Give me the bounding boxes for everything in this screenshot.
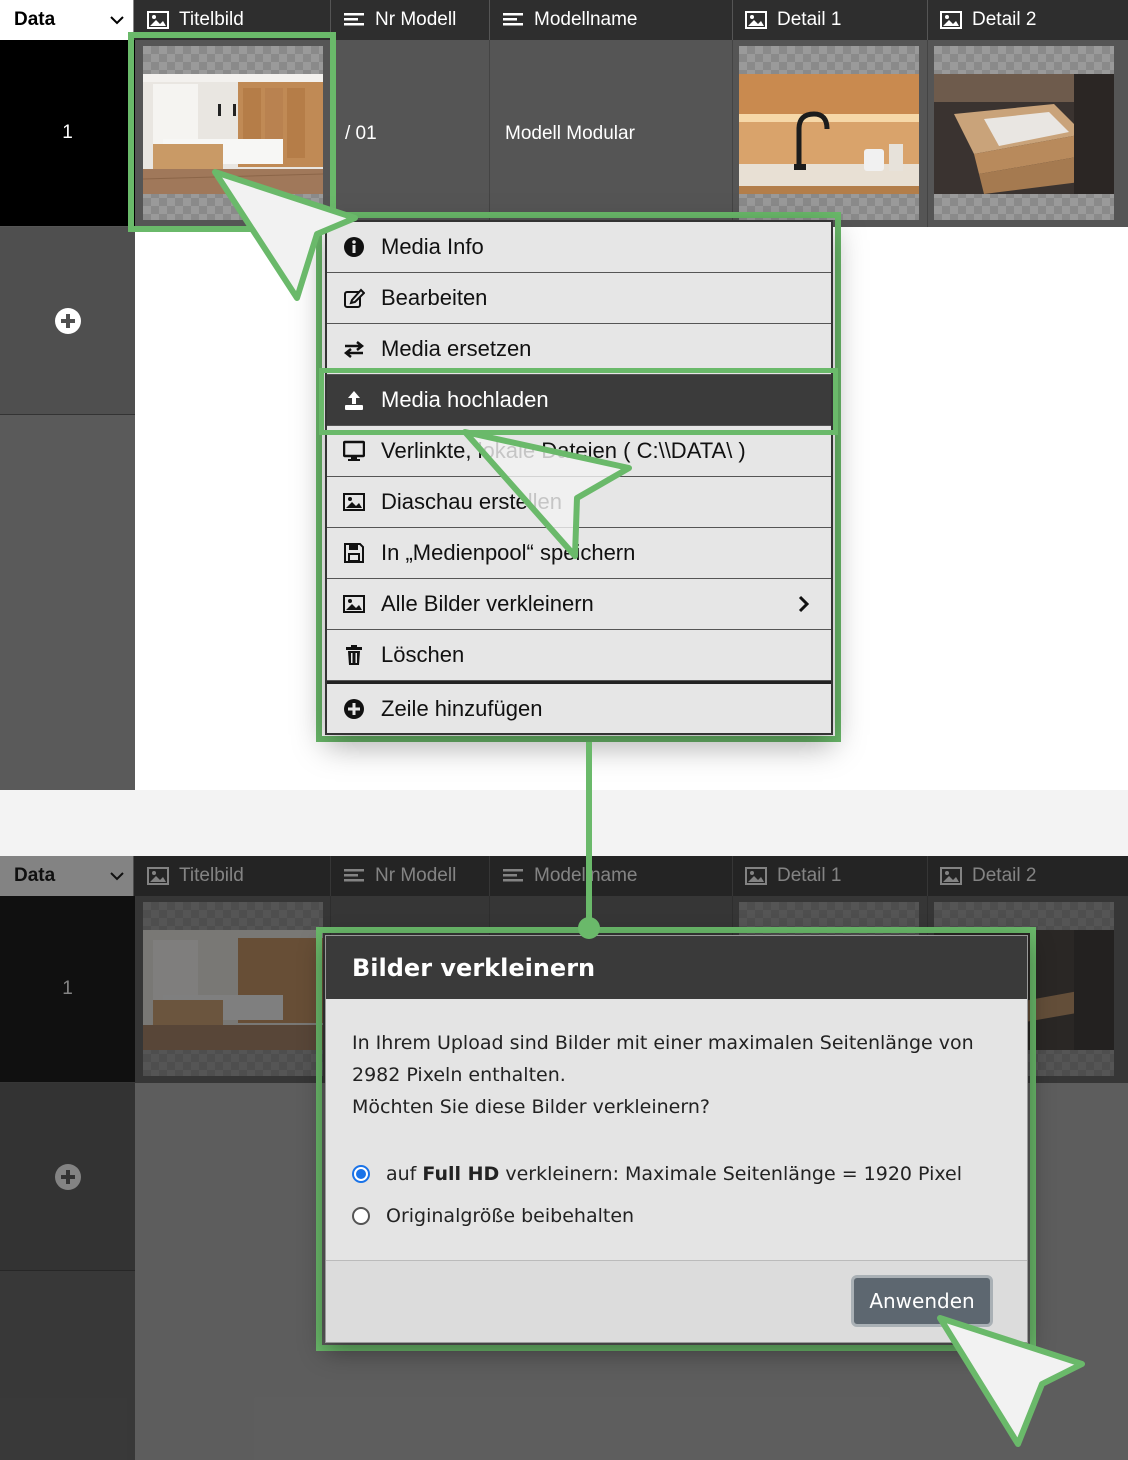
cell-modellname[interactable]: Modell Modular <box>490 40 733 227</box>
column-header-titelbild[interactable]: Titelbild <box>135 856 331 896</box>
option-prefix: auf <box>386 1163 423 1185</box>
grid-header: Data Titelbild Nr Modell Modellname Deta… <box>0 856 1128 896</box>
column-label: Nr Modell <box>375 865 457 886</box>
nr-modell-value: / 01 <box>345 122 377 144</box>
option-original-size[interactable]: Originalgröße beibehalten <box>352 1195 1001 1237</box>
image-icon <box>343 493 365 511</box>
plus-circle-icon <box>54 307 81 334</box>
chevron-right-icon <box>798 595 810 613</box>
menu-item-label: Zeile hinzufügen <box>381 695 543 721</box>
radio-original-size[interactable] <box>352 1207 370 1225</box>
column-label: Titelbild <box>179 865 244 886</box>
data-select[interactable]: Data <box>0 0 134 40</box>
cursor-arrow-icon <box>937 1315 1085 1447</box>
drawer-image <box>934 74 1114 194</box>
menu-item-label: Bearbeiten <box>381 285 488 310</box>
menu-item-bearbeiten[interactable]: Bearbeiten <box>327 273 831 324</box>
image-icon <box>745 11 767 29</box>
connector-dot <box>578 917 600 939</box>
column-header-detail-2[interactable]: Detail 2 <box>928 0 1128 40</box>
connector-line <box>586 742 592 930</box>
image-icon <box>147 11 169 29</box>
dialog-message-line: Möchten Sie diese Bilder verkleinern? <box>352 1096 710 1118</box>
modellname-value: Modell Modular <box>505 122 635 144</box>
data-select[interactable]: Data <box>0 856 134 896</box>
cell-detail-1[interactable] <box>733 40 928 227</box>
drawer-thumbnail[interactable] <box>934 46 1114 220</box>
cell-titelbild[interactable] <box>135 896 331 1083</box>
column-header-modellname[interactable]: Modellname <box>490 0 733 40</box>
column-label: Detail 1 <box>777 865 842 886</box>
plus-circle-icon <box>344 698 364 719</box>
option-full-hd[interactable]: auf Full HD verkleinern: Maximale Seiten… <box>352 1153 1001 1195</box>
text-lines-icon <box>344 869 364 882</box>
option-bold: Full HD <box>422 1163 500 1185</box>
option-full-hd-label: auf Full HD verkleinern: Maximale Seiten… <box>386 1158 962 1190</box>
cursor-arrow-icon <box>462 429 632 559</box>
image-icon <box>940 867 962 885</box>
column-label: Nr Modell <box>375 9 457 30</box>
column-header-detail-1[interactable]: Detail 1 <box>733 0 928 40</box>
image-icon <box>343 595 365 613</box>
chevron-down-icon <box>110 872 124 881</box>
column-label: Detail 2 <box>972 9 1037 30</box>
monitor-icon <box>343 440 365 461</box>
column-header-nr-modell[interactable]: Nr Modell <box>331 0 490 40</box>
option-original-size-label: Originalgröße beibehalten <box>386 1205 635 1227</box>
chevron-down-icon <box>110 16 124 25</box>
faucet-image <box>739 74 919 194</box>
menu-item-label: Löschen <box>381 642 465 667</box>
add-row-button[interactable] <box>0 1083 135 1271</box>
dialog-message-line: In Ihrem Upload sind Bilder mit einer ma… <box>352 1032 974 1054</box>
data-select-label: Data <box>14 865 56 886</box>
image-icon <box>940 11 962 29</box>
plus-circle-icon <box>54 1163 81 1190</box>
column-header-detail-2[interactable]: Detail 2 <box>928 856 1128 896</box>
trash-icon <box>346 645 362 665</box>
text-lines-icon <box>503 869 523 882</box>
row-number-label: 1 <box>62 122 73 143</box>
option-suffix: verkleinern: Maximale Seitenlänge = 1920… <box>499 1163 963 1185</box>
radio-group: auf Full HD verkleinern: Maximale Seiten… <box>352 1153 1001 1237</box>
save-icon <box>344 543 364 563</box>
column-label: Modellname <box>534 9 638 30</box>
add-row-button[interactable] <box>0 227 135 415</box>
row-gutter <box>0 415 135 790</box>
image-icon <box>745 867 767 885</box>
column-label: Titelbild <box>179 9 244 30</box>
text-lines-icon <box>344 13 364 26</box>
image-icon <box>147 867 169 885</box>
menu-item-label: Media Info <box>381 234 484 259</box>
row-number-label: 1 <box>62 978 73 999</box>
cell-detail-2[interactable] <box>928 40 1128 227</box>
column-label: Detail 2 <box>972 865 1037 886</box>
column-label: Detail 1 <box>777 9 842 30</box>
dialog-title: Bilder verkleinern <box>326 936 1027 999</box>
column-header-modellname[interactable]: Modellname <box>490 856 733 896</box>
menu-item-loeschen[interactable]: Löschen <box>327 630 831 681</box>
radio-full-hd[interactable] <box>352 1165 370 1183</box>
kitchen-image <box>143 930 323 1050</box>
kitchen-thumbnail[interactable] <box>143 902 323 1076</box>
menu-item-media-info[interactable]: Media Info <box>327 222 831 273</box>
row-number[interactable]: 1 <box>0 896 135 1083</box>
menu-item-label: Media ersetzen <box>381 336 532 361</box>
resize-images-dialog: Bilder verkleinern In Ihrem Upload sind … <box>325 935 1028 1343</box>
dialog-footer: Anwenden <box>326 1260 1027 1342</box>
data-select-label: Data <box>14 9 56 30</box>
dialog-body: In Ihrem Upload sind Bilder mit einer ma… <box>326 999 1027 1237</box>
menu-item-zeile-hinzufuegen[interactable]: Zeile hinzufügen <box>327 681 831 733</box>
text-lines-icon <box>503 13 523 26</box>
column-header-nr-modell[interactable]: Nr Modell <box>331 856 490 896</box>
faucet-thumbnail[interactable] <box>739 46 919 220</box>
menu-item-label: Alle Bilder verkleinern <box>381 591 594 616</box>
menu-item-alle-bilder-verkleinern[interactable]: Alle Bilder verkleinern <box>327 579 831 630</box>
swap-arrows-icon <box>343 341 365 358</box>
dialog-message-line: 2982 Pixeln enthalten. <box>352 1064 566 1086</box>
row-gutter <box>0 1271 135 1460</box>
column-header-detail-1[interactable]: Detail 1 <box>733 856 928 896</box>
cursor-arrow-icon <box>212 169 358 301</box>
row-number[interactable]: 1 <box>0 40 135 227</box>
